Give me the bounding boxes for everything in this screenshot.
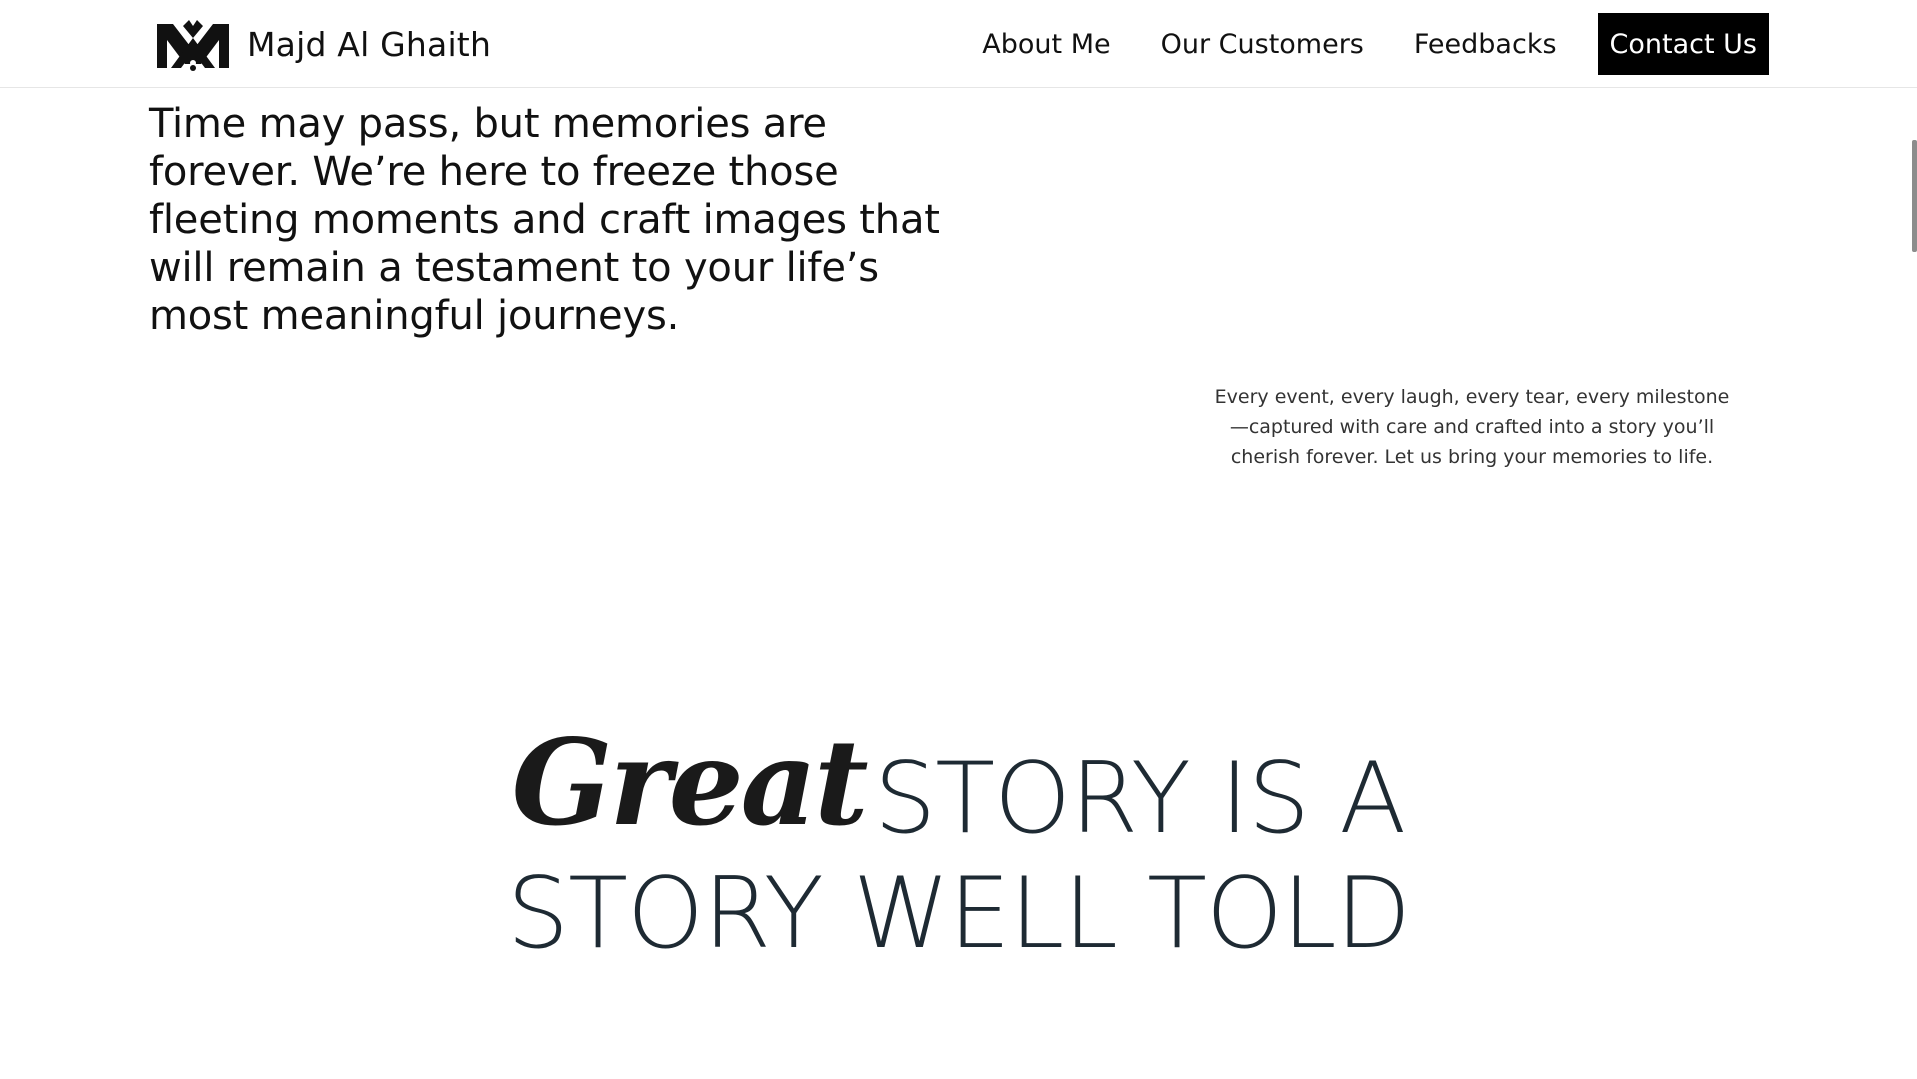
page: Majd Al Ghaith About Me Our Customers Fe…: [0, 0, 1917, 1079]
brand-logo-icon: [157, 20, 229, 71]
brand-name: Majd Al Ghaith: [247, 24, 492, 64]
story-line-1-text: STORY IS A: [873, 742, 1406, 856]
story-heading-line-1: Great STORY IS A: [0, 722, 1917, 857]
story-heading: Great STORY IS A STORY WELL TOLD: [0, 722, 1917, 976]
nav-link-feedbacks[interactable]: Feedbacks: [1389, 29, 1582, 60]
page-scrollbar-thumb[interactable]: [1912, 140, 1917, 252]
story-line-2-text: STORY WELL TOLD: [506, 857, 1411, 971]
main-nav: About Me Our Customers Feedbacks Contact…: [957, 13, 1769, 75]
nav-link-our-customers[interactable]: Our Customers: [1136, 29, 1389, 60]
hero-lead-text: Time may pass, but memories are forever.…: [149, 101, 940, 339]
brand-link[interactable]: Majd Al Ghaith: [153, 16, 491, 72]
nav-link-about-me[interactable]: About Me: [957, 29, 1135, 60]
story-heading-line-2: STORY WELL TOLD: [0, 852, 1917, 976]
contact-us-button[interactable]: Contact Us: [1597, 13, 1769, 75]
site-header: Majd Al Ghaith About Me Our Customers Fe…: [0, 0, 1917, 88]
story-accent-word: Great: [511, 713, 869, 852]
hero-subtext: Every event, every laugh, every tear, ev…: [1214, 386, 1730, 468]
